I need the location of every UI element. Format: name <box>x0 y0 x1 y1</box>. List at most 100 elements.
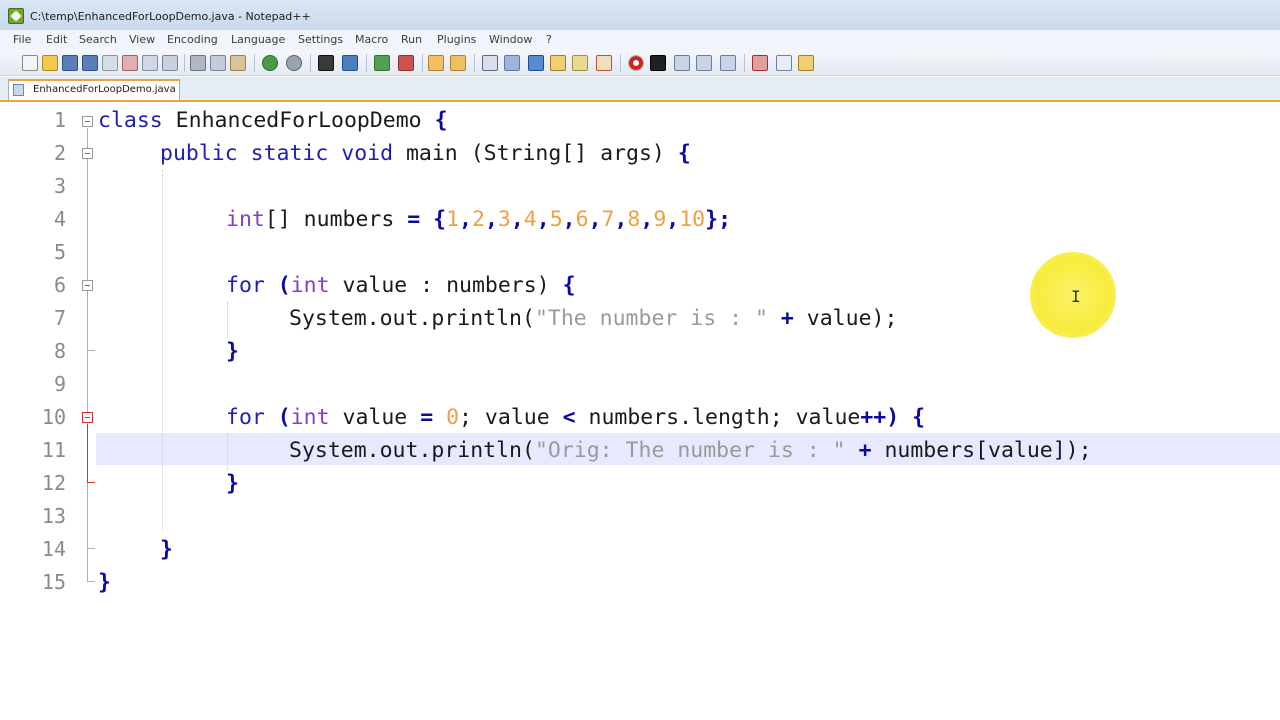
menu-window[interactable]: Window <box>489 33 532 46</box>
identifier: numbers[value]); <box>884 438 1092 463</box>
close-icon[interactable] <box>102 55 118 71</box>
toolbar-separator <box>744 54 745 72</box>
tab-enhanced-for-loop-demo[interactable]: EnhancedForLoopDemo.java <box>8 79 180 100</box>
copy-icon[interactable] <box>210 55 226 71</box>
toolbar-separator <box>254 54 255 72</box>
show-all-chars-icon[interactable] <box>504 55 520 71</box>
text-cursor-icon: I <box>1071 287 1081 306</box>
word-wrap-icon[interactable] <box>482 55 498 71</box>
keyword: for <box>226 273 265 298</box>
record-macro-icon[interactable] <box>628 55 644 71</box>
menu-run[interactable]: Run <box>401 33 422 46</box>
stop-macro-icon[interactable] <box>650 55 666 71</box>
brace: }; <box>705 207 732 232</box>
menu-file[interactable]: File <box>13 33 31 46</box>
paste-icon[interactable] <box>230 55 246 71</box>
print-icon[interactable] <box>142 55 158 71</box>
number-literal: 3 <box>497 207 511 232</box>
zoom-out-icon[interactable] <box>398 55 414 71</box>
indent-guide <box>227 302 228 338</box>
type-keyword: int <box>290 273 330 298</box>
find-icon[interactable] <box>318 55 334 71</box>
line-number: 7 <box>53 306 66 330</box>
identifier: numbers.length; value <box>575 405 861 430</box>
fold-toggle-icon[interactable] <box>82 116 93 127</box>
line-number: 1 <box>53 108 66 132</box>
toolbar-separator <box>366 54 367 72</box>
new-file-icon[interactable] <box>22 55 38 71</box>
identifier: System.out.println( <box>289 438 535 463</box>
replace-icon[interactable] <box>342 55 358 71</box>
toolbar-separator <box>184 54 185 72</box>
line-number: 15 <box>41 570 66 594</box>
code-line-14: } <box>160 533 173 566</box>
brace: { <box>562 273 576 298</box>
toolbar-separator <box>620 54 621 72</box>
save-macro-icon[interactable] <box>720 55 736 71</box>
print-preview-icon[interactable] <box>162 55 178 71</box>
toolbar-separator <box>310 54 311 72</box>
keyword: static <box>250 141 329 166</box>
keyword: class <box>98 108 163 133</box>
menu-settings[interactable]: Settings <box>298 33 343 46</box>
operator: = <box>407 207 421 232</box>
fold-line <box>87 128 88 578</box>
editor-area[interactable]: 1 2 3 4 5 6 7 8 9 10 11 12 13 14 15 clas… <box>0 104 1280 720</box>
code-line-4: int[] numbers = {1,2,3,4,5,6,7,8,9,10}; <box>226 207 732 232</box>
menu-macro[interactable]: Macro <box>355 33 388 46</box>
code-line-6: for (int value : numbers) { <box>226 269 576 302</box>
code-line-8: } <box>226 335 239 368</box>
fold-end-marker <box>87 343 95 351</box>
close-all-icon[interactable] <box>122 55 138 71</box>
fold-end-marker <box>87 541 95 549</box>
paren: ( <box>264 273 291 298</box>
operator: + <box>845 438 885 463</box>
line-number: 14 <box>41 537 66 561</box>
toolbar-separator <box>474 54 475 72</box>
doc-map-icon[interactable] <box>572 55 588 71</box>
code-line-1: class EnhancedForLoopDemo { <box>98 104 448 137</box>
cut-icon[interactable] <box>190 55 206 71</box>
menu-plugins[interactable]: Plugins <box>437 33 476 46</box>
open-file-icon[interactable] <box>42 55 58 71</box>
menu-view[interactable]: View <box>129 33 155 46</box>
menu-edit[interactable]: Edit <box>46 33 67 46</box>
indent-guide-icon[interactable] <box>528 55 544 71</box>
fold-toggle-icon[interactable] <box>82 280 93 291</box>
play-macro-icon[interactable] <box>674 55 690 71</box>
menu-bar: File Edit Search View Encoding Language … <box>0 30 1280 50</box>
code-line-2: public static void main (String[] args) … <box>160 137 691 170</box>
brace: { <box>434 108 448 133</box>
function-list-icon[interactable] <box>596 55 612 71</box>
file-saved-icon <box>13 84 24 96</box>
redo-icon[interactable] <box>286 55 302 71</box>
fold-end-marker <box>87 475 95 483</box>
menu-help[interactable]: ? <box>546 33 552 46</box>
save-all-icon[interactable] <box>82 55 98 71</box>
panel-icon[interactable] <box>776 55 792 71</box>
user-language-icon[interactable] <box>550 55 566 71</box>
undo-icon[interactable] <box>262 55 278 71</box>
sync-vertical-icon[interactable] <box>428 55 444 71</box>
string-literal: "Orig: The number is : " <box>534 438 846 463</box>
fold-toggle-icon[interactable] <box>82 412 93 423</box>
code-line-11: System.out.println("Orig: The number is … <box>289 434 1092 467</box>
menu-language[interactable]: Language <box>231 33 285 46</box>
spell-check-icon[interactable] <box>752 55 768 71</box>
menu-search[interactable]: Search <box>79 33 117 46</box>
folder-panel-icon[interactable] <box>798 55 814 71</box>
tab-label: EnhancedForLoopDemo.java <box>33 84 176 95</box>
menu-encoding[interactable]: Encoding <box>167 33 218 46</box>
brace: { <box>420 207 447 232</box>
code-line-12: } <box>226 467 239 500</box>
notepad-plus-plus-icon <box>8 8 24 24</box>
identifier: ; value <box>459 405 563 430</box>
line-number: 11 <box>41 438 66 462</box>
sync-horizontal-icon[interactable] <box>450 55 466 71</box>
zoom-in-icon[interactable] <box>374 55 390 71</box>
save-icon[interactable] <box>62 55 78 71</box>
fold-toggle-icon[interactable] <box>82 148 93 159</box>
title-bar: C:\temp\EnhancedForLoopDemo.java - Notep… <box>0 0 1280 34</box>
indent-guide <box>227 434 228 470</box>
play-multiple-icon[interactable] <box>696 55 712 71</box>
